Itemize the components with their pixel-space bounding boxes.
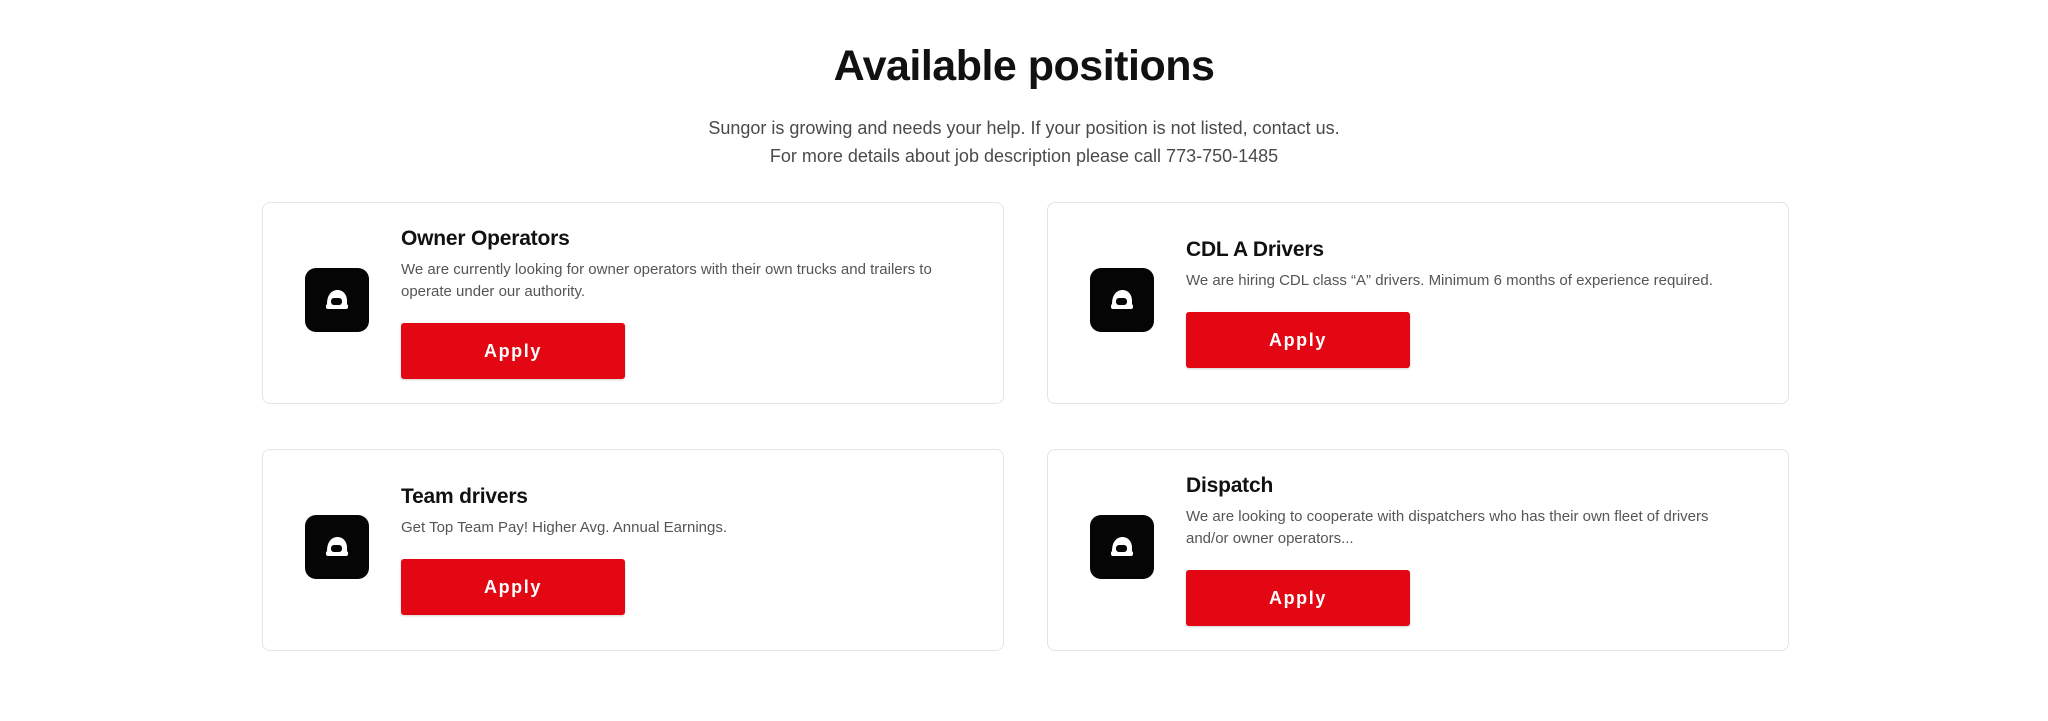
card-content: Team drivers Get Top Team Pay! Higher Av… — [401, 450, 943, 650]
card-content: Owner Operators We are currently looking… — [401, 203, 943, 403]
card-content: Dispatch We are looking to cooperate wit… — [1186, 450, 1728, 650]
driver-helmet-icon — [1090, 268, 1154, 332]
subtitle-line-1: Sungor is growing and needs your help. I… — [708, 118, 1340, 138]
position-description: We are hiring CDL class “A” drivers. Min… — [1186, 272, 1713, 289]
available-positions-section: Available positions Sungor is growing an… — [0, 0, 2048, 721]
apply-button[interactable]: Apply — [401, 323, 625, 379]
driver-helmet-icon — [305, 268, 369, 332]
driver-helmet-icon — [1090, 515, 1154, 579]
position-card-owner-operators: Owner Operators We are currently looking… — [262, 202, 1004, 404]
position-description: We are looking to cooperate with dispatc… — [1186, 508, 1709, 547]
position-title: CDL A Drivers — [1186, 238, 1324, 261]
position-card-cdl-a-drivers: CDL A Drivers We are hiring CDL class “A… — [1047, 202, 1789, 404]
position-description: We are currently looking for owner opera… — [401, 261, 932, 300]
position-card-team-drivers: Team drivers Get Top Team Pay! Higher Av… — [262, 449, 1004, 651]
position-title: Dispatch — [1186, 474, 1274, 497]
position-title: Owner Operators — [401, 227, 570, 250]
driver-helmet-icon — [305, 515, 369, 579]
subtitle-line-2: For more details about job description p… — [769, 146, 1279, 166]
position-card-dispatch: Dispatch We are looking to cooperate wit… — [1047, 449, 1789, 651]
section-title: Available positions — [833, 42, 1215, 90]
apply-button[interactable]: Apply — [1186, 312, 1410, 368]
card-content: CDL A Drivers We are hiring CDL class “A… — [1186, 203, 1728, 403]
position-description: Get Top Team Pay! Higher Avg. Annual Ear… — [401, 519, 728, 536]
apply-button[interactable]: Apply — [401, 559, 625, 615]
section-subtitle: Sungor is growing and needs your help. I… — [0, 114, 2048, 170]
apply-button[interactable]: Apply — [1186, 570, 1410, 626]
position-title: Team drivers — [401, 485, 528, 508]
